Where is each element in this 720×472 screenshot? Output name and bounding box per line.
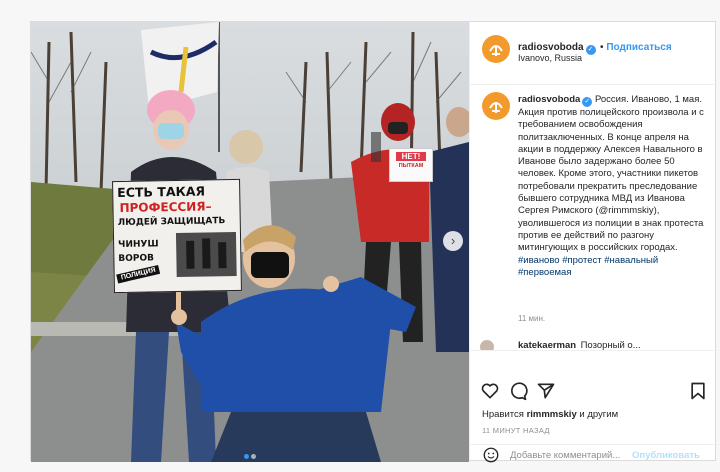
protest-sign-main: ЕСТЬ ТАКАЯ ПРОФЕССИЯ– ЛЮДЕЙ ЗАЩИЩАТЬ ЧИН… bbox=[112, 178, 242, 294]
radio-svoboda-logo-icon bbox=[489, 102, 503, 113]
emoji-icon[interactable] bbox=[482, 446, 500, 464]
post-location[interactable]: Ivanovo, Russia bbox=[518, 53, 582, 63]
likes-suffix[interactable]: и другим bbox=[579, 409, 618, 420]
save-bookmark-icon[interactable] bbox=[688, 381, 708, 401]
sign-line-1: ЕСТЬ ТАКАЯ bbox=[117, 183, 206, 201]
caption-time: 11 мин. bbox=[518, 314, 546, 323]
carousel-dot bbox=[251, 454, 256, 459]
account-avatar[interactable] bbox=[482, 35, 510, 63]
post-header: radiosvoboda ✓ • Подписаться Ivanovo, Rus… bbox=[470, 22, 717, 85]
carousel-dot-active bbox=[244, 454, 249, 459]
comment-icon[interactable] bbox=[508, 381, 528, 401]
post-caption: radiosvoboda ✓ Россия. Иваново, 1 мая. Ак… bbox=[518, 94, 708, 279]
protest-photo-illustration bbox=[31, 22, 469, 462]
sign-line-4: ЧИНУШ ВОРОВ bbox=[118, 239, 159, 265]
verified-badge-icon: ✓ bbox=[585, 45, 596, 55]
verified-badge-icon: ✓ bbox=[582, 97, 593, 107]
post-timestamp[interactable]: 11 МИНУТ НАЗАД bbox=[482, 426, 550, 435]
screenshot-frame: ЕСТЬ ТАКАЯ ПРОФЕССИЯ– ЛЮДЕЙ ЗАЩИЩАТЬ ЧИН… bbox=[0, 0, 720, 472]
caption-avatar[interactable] bbox=[482, 92, 510, 120]
comment-text: Позорный о... bbox=[580, 340, 641, 350]
comment-username[interactable]: katekaerman bbox=[518, 340, 576, 350]
add-comment-bar: Добавьте комментарий... Опубликовать bbox=[470, 444, 718, 463]
commenter-avatar[interactable] bbox=[480, 340, 494, 350]
publish-button[interactable]: Опубликовать bbox=[632, 450, 700, 461]
post-photo: ЕСТЬ ТАКАЯ ПРОФЕССИЯ– ЛЮДЕЙ ЗАЩИЩАТЬ ЧИН… bbox=[31, 22, 469, 462]
protest-sign-small: НЕТ! ПЫТКАМ bbox=[389, 148, 433, 182]
sign-tag-police: ПОЛИЦИЯ bbox=[116, 264, 161, 284]
caption-text: Россия. Иваново, 1 мая. Акция против пол… bbox=[518, 94, 704, 254]
comment-row: katekaerman Позорный о... bbox=[480, 340, 710, 350]
comment-input[interactable]: Добавьте комментарий... bbox=[510, 450, 620, 461]
caption-hashtags[interactable]: #иваново #протест #навальный #первоемая bbox=[518, 255, 658, 278]
post-actions: Нравится rimmmskiy и другим 11 МИНУТ НАЗ… bbox=[470, 350, 718, 463]
carousel-dots bbox=[243, 446, 257, 462]
caption-username[interactable]: radiosvoboda bbox=[518, 94, 580, 105]
likes-user[interactable]: rimmmskiy bbox=[527, 409, 577, 420]
small-sign-line-1: НЕТ! bbox=[396, 152, 426, 161]
next-photo-button[interactable]: › bbox=[443, 231, 463, 251]
likes-summary: Нравится rimmmskiy и другим bbox=[482, 409, 618, 420]
likes-prefix: Нравится bbox=[482, 409, 524, 420]
radio-svoboda-logo-icon bbox=[489, 45, 503, 56]
small-sign-line-2: ПЫТКАМ bbox=[398, 163, 424, 169]
sign-photo bbox=[175, 231, 237, 278]
share-send-icon[interactable] bbox=[536, 381, 556, 401]
follow-button[interactable]: Подписаться bbox=[606, 42, 671, 53]
like-heart-icon[interactable] bbox=[480, 381, 500, 401]
instagram-post: ЕСТЬ ТАКАЯ ПРОФЕССИЯ– ЛЮДЕЙ ЗАЩИЩАТЬ ЧИН… bbox=[30, 21, 718, 463]
post-side-panel: radiosvoboda ✓ • Подписаться Ivanovo, Rus… bbox=[469, 22, 718, 463]
sign-line-2: ПРОФЕССИЯ– bbox=[119, 199, 212, 215]
sign-line-3: ЛЮДЕЙ ЗАЩИЩАТЬ bbox=[117, 216, 226, 229]
header-username[interactable]: radiosvoboda bbox=[518, 42, 584, 53]
